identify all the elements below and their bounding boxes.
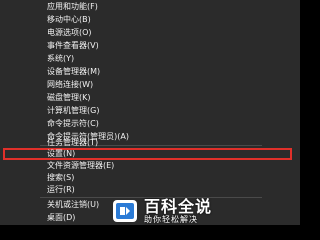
watermark: 百科全说 助你轻松解决 (112, 197, 296, 224)
watermark-text: 百科全说 助你轻松解决 (144, 198, 212, 224)
watermark-title: 百科全说 (144, 196, 213, 216)
context-menu-lower (0, 0, 300, 225)
menu-item-search[interactable]: 搜索(S) (47, 172, 74, 184)
baike-logo-icon (113, 199, 137, 222)
watermark-subtitle: 助你轻松解决 (144, 214, 198, 224)
menu-item-file-explorer[interactable]: 文件资源管理器(E) (47, 160, 114, 172)
menu-item-shutdown-signout[interactable]: 关机或注销(U) (47, 199, 99, 211)
menu-item-desktop[interactable]: 桌面(D) (47, 212, 75, 224)
menu-item-run[interactable]: 运行(R) (47, 184, 75, 196)
menu-item-settings[interactable]: 设置(N) (47, 148, 75, 160)
